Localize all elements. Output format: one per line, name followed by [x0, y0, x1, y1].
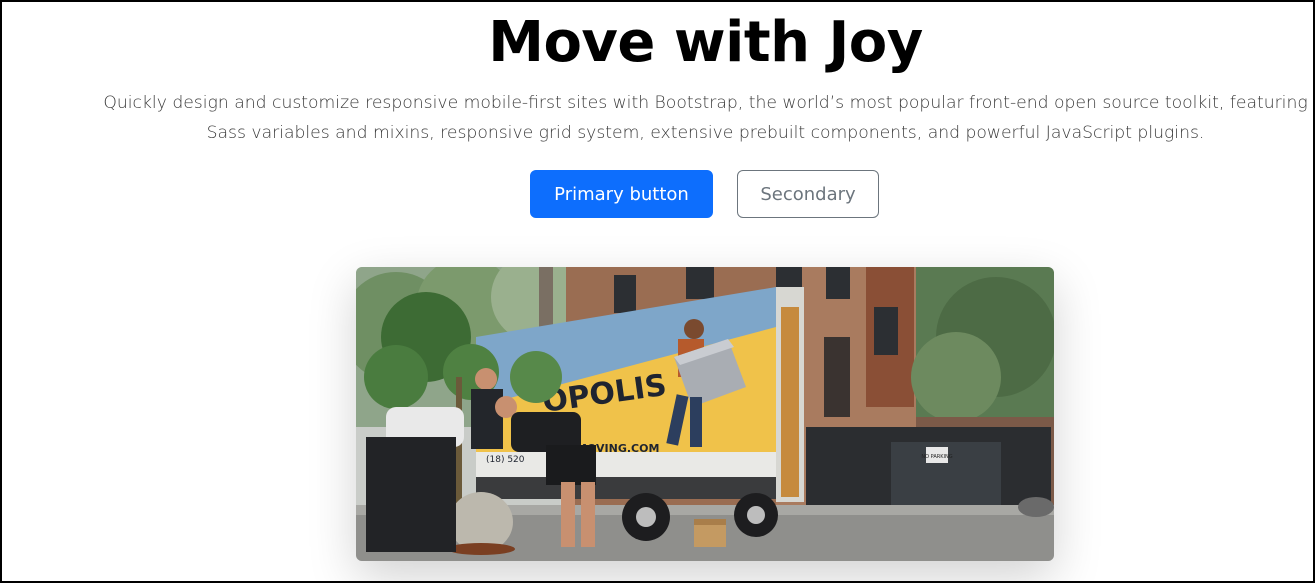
- secondary-button[interactable]: Secondary: [737, 170, 879, 218]
- lead-paragraph: Quickly design and customize responsive …: [103, 93, 1308, 143]
- no-parking-sign: NO PARKING: [921, 454, 952, 460]
- hero-image: NO PARKING OPOLIS G MOVING.COM (18) 520: [356, 267, 1054, 561]
- page-title: Move with Joy: [488, 10, 923, 75]
- primary-button[interactable]: Primary button: [530, 170, 713, 218]
- moving-truck-photo: NO PARKING OPOLIS G MOVING.COM (18) 520: [356, 267, 1054, 561]
- truck-phone-text: (18) 520: [486, 455, 525, 465]
- page-frame: Move with Joy Quickly design and customi…: [0, 0, 1315, 583]
